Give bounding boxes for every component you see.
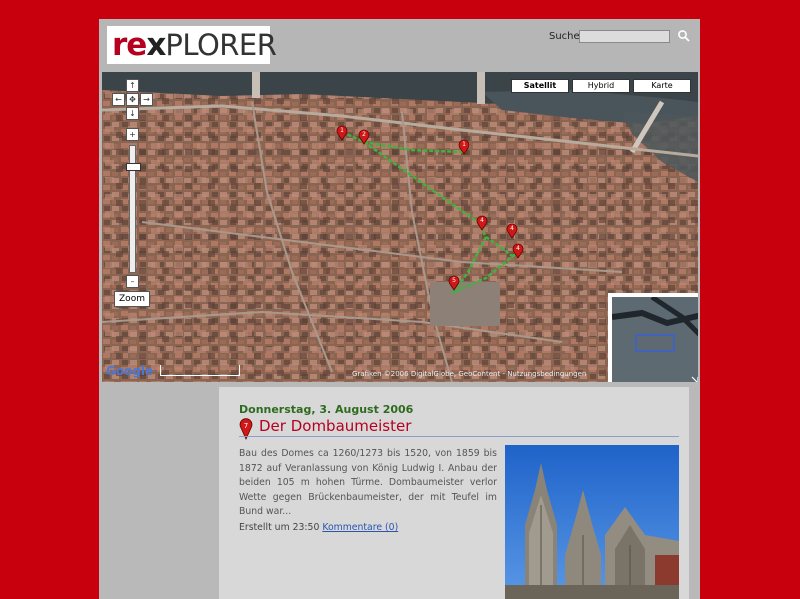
pan-left-button[interactable]: ← bbox=[112, 93, 125, 106]
logo-x: x bbox=[146, 27, 166, 63]
page-container: rexPLORER Suche: 1 2 1 4 4 4 5 Satellit … bbox=[99, 19, 700, 599]
svg-text:2: 2 bbox=[362, 131, 366, 138]
svg-text:5: 5 bbox=[452, 277, 456, 284]
comments-link[interactable]: Kommentare (0) bbox=[322, 522, 398, 533]
zoom-in-button[interactable]: + bbox=[126, 128, 139, 141]
map-type-map-button[interactable]: Karte bbox=[633, 79, 691, 93]
search-input[interactable] bbox=[579, 30, 670, 43]
zoom-slider-thumb[interactable] bbox=[126, 163, 141, 171]
header: rexPLORER Suche: bbox=[99, 19, 700, 72]
zoom-out-button[interactable]: – bbox=[126, 275, 139, 288]
post-body: Bau des Domes ca 1260/1273 bis 1520, von… bbox=[239, 448, 497, 517]
svg-text:4: 4 bbox=[516, 245, 520, 252]
rexplorer-logo[interactable]: rexPLORER bbox=[107, 26, 277, 64]
map-scale-bar bbox=[160, 365, 240, 376]
overview-map[interactable] bbox=[608, 293, 698, 382]
satellite-map[interactable]: 1 2 1 4 4 4 5 Satellit Hybrid Karte ↑ ← … bbox=[102, 72, 698, 382]
map-navigation-control: ↑ ← ✥ → ↓ + – Zoom bbox=[112, 79, 156, 309]
map-type-satellite-button[interactable]: Satellit bbox=[511, 79, 569, 93]
svg-text:1: 1 bbox=[462, 141, 466, 148]
blog-post: Donnerstag, 3. August 2006 7 Der Dombaum… bbox=[219, 387, 689, 599]
pan-center-button[interactable]: ✥ bbox=[126, 93, 139, 106]
svg-text:1: 1 bbox=[340, 127, 344, 134]
google-logo: Google bbox=[106, 364, 154, 378]
pan-right-button[interactable]: → bbox=[140, 93, 153, 106]
post-date: Donnerstag, 3. August 2006 bbox=[239, 403, 414, 416]
pan-down-button[interactable]: ↓ bbox=[126, 107, 139, 120]
title-divider bbox=[239, 436, 679, 437]
zoom-label: Zoom bbox=[114, 291, 150, 307]
map-copyright: Grafiken ©2006 DigitalGlobe, GeoContent … bbox=[352, 370, 587, 378]
pan-up-button[interactable]: ↑ bbox=[126, 79, 139, 92]
post-created-time: Erstellt um 23:50 bbox=[239, 522, 320, 533]
logo-re: re bbox=[112, 27, 147, 63]
svg-text:7: 7 bbox=[244, 422, 248, 430]
cathedral-photo bbox=[505, 445, 679, 599]
post-meta: Erstellt um 23:50 Kommentare (0) bbox=[239, 522, 398, 533]
map-type-hybrid-button[interactable]: Hybrid bbox=[572, 79, 630, 93]
logo-plorer: PLORER bbox=[165, 28, 277, 62]
search-label: Suche: bbox=[549, 31, 584, 42]
svg-text:4: 4 bbox=[510, 225, 514, 232]
svg-text:4: 4 bbox=[480, 217, 484, 224]
overview-map-image bbox=[612, 297, 698, 382]
search-icon[interactable] bbox=[677, 29, 691, 43]
post-title[interactable]: Der Dombaumeister bbox=[259, 417, 411, 435]
